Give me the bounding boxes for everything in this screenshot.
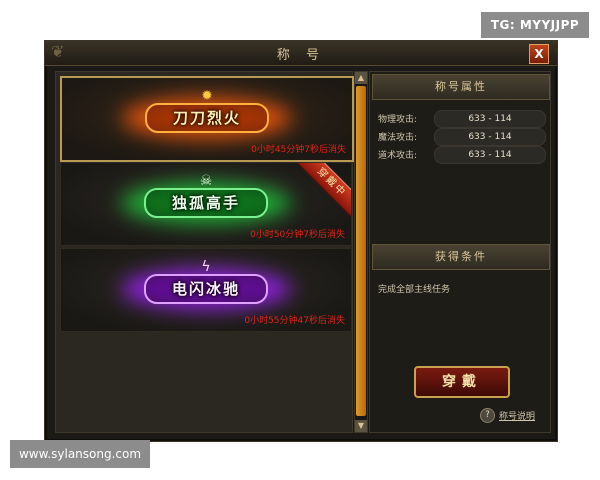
titlebar: ❦ 称 号 X — [45, 41, 557, 66]
stat-label: 魔法攻击: — [378, 133, 418, 143]
flame-icon: ✹ — [201, 88, 213, 104]
stat-label: 道术攻击: — [378, 151, 418, 161]
title-expire-time: 0小时55分钟47秒后消失 — [244, 316, 345, 326]
attributes-heading: 称号属性 — [372, 74, 550, 100]
window-title: 称 号 — [276, 48, 326, 63]
conditions-heading: 获得条件 — [372, 244, 550, 270]
title-expire-time: 0小时50分钟7秒后消失 — [250, 230, 345, 240]
stat-row-taoist: 道术攻击: 633 - 114 — [378, 146, 546, 164]
title-name: 独孤高手 — [171, 194, 240, 212]
help-link-label[interactable]: 称号说明 — [499, 409, 535, 422]
title-name: 电闪冰驰 — [171, 280, 240, 298]
title-list-panel: ✹ 刀刀烈火 0小时45分钟7秒后消失 ☠ 独孤高手 0小时50分钟7秒后消失 … — [55, 71, 354, 433]
scroll-down-icon[interactable]: ▼ — [355, 420, 367, 432]
close-button[interactable]: X — [529, 44, 549, 64]
question-icon: ? — [480, 408, 495, 423]
watermark-tg: TG: MYYJJPP — [481, 12, 589, 38]
stat-row-physical: 物理攻击: 633 - 114 — [378, 110, 546, 128]
lightning-icon: ϟ — [201, 259, 211, 275]
help-link[interactable]: ? 称号说明 — [480, 408, 535, 423]
title-card-purple[interactable]: ϟ 电闪冰驰 0小时55分钟47秒后消失 — [60, 248, 352, 332]
title-card-green[interactable]: ☠ 独孤高手 0小时50分钟7秒后消失 穿戴中 — [60, 162, 352, 246]
wear-button[interactable]: 穿戴 — [414, 366, 510, 398]
title-window: ❦ 称 号 X ✹ 刀刀烈火 0小时45分钟7秒后消失 ☠ 独孤高手 0小时50… — [44, 40, 558, 442]
stat-value: 633 - 114 — [434, 128, 546, 146]
skull-icon: ☠ — [199, 173, 213, 189]
title-expire-time: 0小时45分钟7秒后消失 — [251, 145, 346, 155]
detail-panel: 称号属性 物理攻击: 633 - 114 魔法攻击: 633 - 114 道术攻… — [369, 71, 551, 433]
title-card-fire[interactable]: ✹ 刀刀烈火 0小时45分钟7秒后消失 — [60, 76, 354, 162]
stat-label: 物理攻击: — [378, 115, 418, 125]
stat-value: 633 - 114 — [434, 110, 546, 128]
title-name: 刀刀烈火 — [172, 109, 241, 127]
list-scrollbar[interactable]: ▲ ▼ — [354, 71, 368, 433]
scroll-thumb[interactable] — [356, 86, 366, 416]
watermark-site: www.sylansong.com — [10, 440, 150, 468]
scroll-up-icon[interactable]: ▲ — [355, 72, 367, 84]
stat-value: 633 - 114 — [434, 146, 546, 164]
condition-text: 完成全部主线任务 — [378, 285, 451, 295]
stat-row-magic: 魔法攻击: 633 - 114 — [378, 128, 546, 146]
